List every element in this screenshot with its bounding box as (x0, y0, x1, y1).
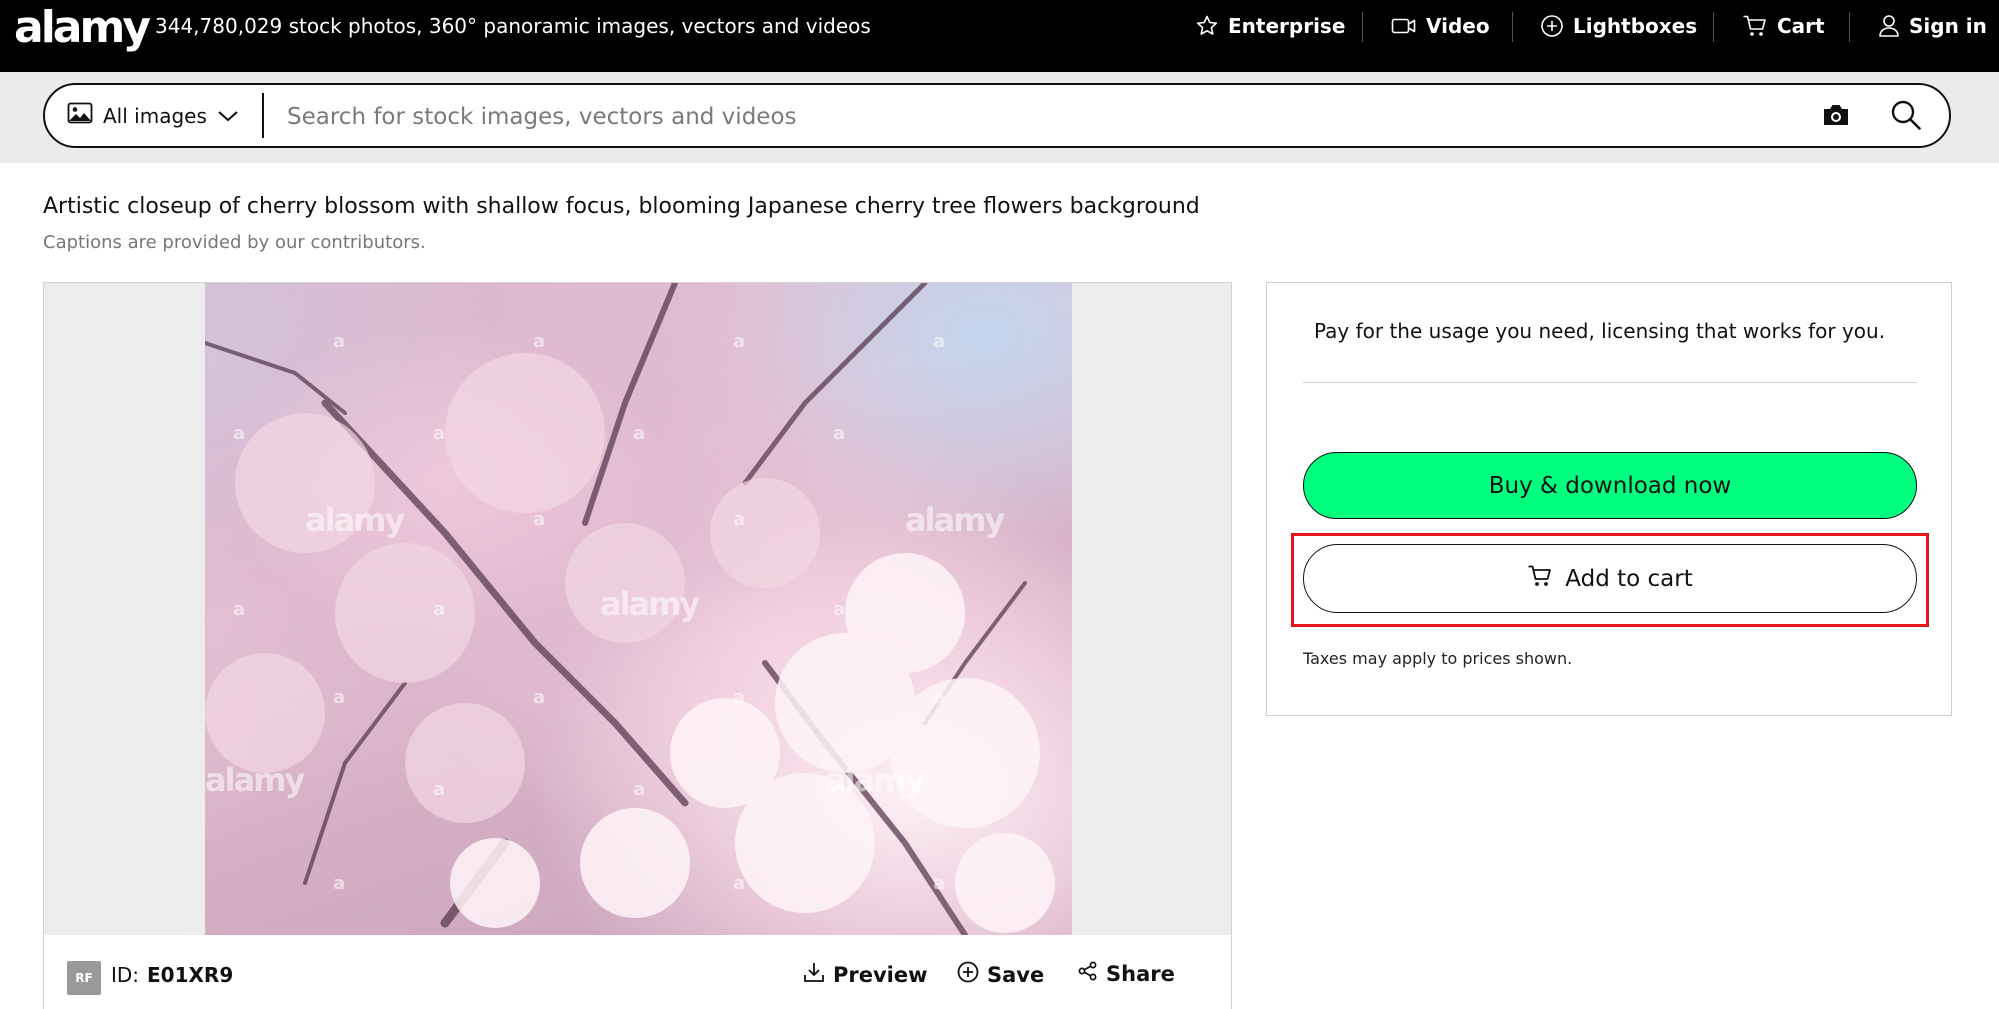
cart-icon (1527, 564, 1553, 594)
plus-circle-icon (957, 961, 979, 988)
buy-download-button[interactable]: Buy & download now (1303, 452, 1917, 519)
plus-circle-icon (1540, 14, 1564, 38)
watermark-letter: a (433, 599, 446, 620)
image-id-label: ID: (111, 963, 140, 987)
watermark-letter: a (433, 423, 446, 444)
watermark-letter: a (333, 873, 346, 894)
watermark-letter: a (633, 779, 646, 800)
top-bar: alamy 344,780,029 stock photos, 360° pan… (0, 0, 1999, 72)
camera-icon (1821, 105, 1851, 132)
watermark-letter: a (733, 873, 746, 894)
divider (1303, 382, 1917, 383)
nav-cart-label: Cart (1777, 14, 1825, 38)
search-input[interactable] (285, 93, 1849, 140)
image-footer: RF ID: E01XR9 Preview Save Share (43, 935, 1232, 1009)
purchase-panel: Pay for the usage you need, licensing th… (1266, 282, 1952, 716)
nav-enterprise[interactable]: Enterprise (1195, 0, 1345, 52)
nav-cart[interactable]: Cart (1742, 0, 1825, 52)
watermark-letter: a (533, 687, 546, 708)
watermark: alamy (305, 501, 405, 539)
add-to-cart-label: Add to cart (1565, 565, 1693, 592)
watermark-letter: a (733, 331, 746, 352)
search-divider (262, 93, 264, 138)
license-type-badge: RF (67, 961, 101, 995)
search-submit-button[interactable] (1890, 99, 1922, 135)
watermark-letter: a (433, 779, 446, 800)
nav-video[interactable]: Video (1391, 0, 1490, 52)
watermark-letter: a (733, 687, 746, 708)
watermark-letter: a (933, 687, 946, 708)
search-scope-label: All images (103, 103, 207, 128)
star-icon (1195, 14, 1219, 38)
watermark-letter: a (333, 331, 346, 352)
nav-divider (1849, 12, 1850, 42)
licensing-tagline: Pay for the usage you need, licensing th… (1314, 319, 1886, 343)
save-button[interactable]: Save (957, 961, 1044, 988)
nav-lightboxes-label: Lightboxes (1573, 14, 1698, 38)
image-icon (67, 102, 93, 129)
watermark-letter: a (233, 599, 246, 620)
user-icon (1878, 14, 1900, 38)
search-icon (1890, 100, 1922, 135)
download-icon (803, 961, 825, 988)
image-viewer: alamy alamy alamy alamy alamy a a a a a … (43, 282, 1232, 936)
watermark-letter: a (533, 331, 546, 352)
cart-icon (1742, 14, 1768, 38)
alamy-logo[interactable]: alamy (14, 2, 151, 53)
share-label: Share (1106, 961, 1175, 986)
nav-signin[interactable]: Sign in (1878, 0, 1987, 52)
nav-video-label: Video (1426, 14, 1490, 38)
save-label: Save (987, 962, 1045, 987)
preview-label: Preview (833, 962, 928, 987)
watermark: alamy (825, 761, 925, 799)
chevron-down-icon (217, 104, 239, 128)
caption-note: Captions are provided by our contributor… (43, 232, 426, 253)
buy-download-label: Buy & download now (1488, 472, 1732, 499)
watermark-letter: a (733, 509, 746, 530)
watermark-letter: a (633, 423, 646, 444)
cherry-blossom-photo[interactable]: alamy alamy alamy alamy alamy a a a a a … (205, 283, 1072, 935)
share-icon (1078, 961, 1098, 986)
watermark: alamy (905, 501, 1005, 539)
watermark-letter: a (933, 331, 946, 352)
watermark: alamy (205, 761, 305, 799)
camera-search-button[interactable] (1821, 102, 1851, 132)
nav-divider (1362, 12, 1363, 42)
site-tagline: 344,780,029 stock photos, 360° panoramic… (155, 14, 871, 38)
watermark: alamy (600, 585, 700, 623)
nav-lightboxes[interactable]: Lightboxes (1540, 0, 1697, 52)
nav-signin-label: Sign in (1909, 14, 1987, 38)
image-id-value: E01XR9 (147, 963, 234, 987)
search-scope-dropdown[interactable]: All images (67, 85, 239, 146)
watermark-letter: a (833, 599, 846, 620)
image-caption: Artistic closeup of cherry blossom with … (43, 194, 1200, 219)
watermark-letter: a (333, 687, 346, 708)
nav-enterprise-label: Enterprise (1228, 14, 1346, 38)
watermark-letter: a (533, 509, 546, 530)
nav-divider (1512, 12, 1513, 42)
search-bar: All images (43, 83, 1951, 148)
nav-divider (1713, 12, 1714, 42)
add-to-cart-button[interactable]: Add to cart (1303, 544, 1917, 613)
tax-note: Taxes may apply to prices shown. (1303, 649, 1573, 668)
watermark-letter: a (933, 873, 946, 894)
video-camera-icon (1391, 16, 1417, 36)
preview-button[interactable]: Preview (803, 961, 928, 988)
watermark-letter: a (833, 423, 846, 444)
share-button[interactable]: Share (1078, 961, 1175, 986)
watermark-letter: a (233, 423, 246, 444)
